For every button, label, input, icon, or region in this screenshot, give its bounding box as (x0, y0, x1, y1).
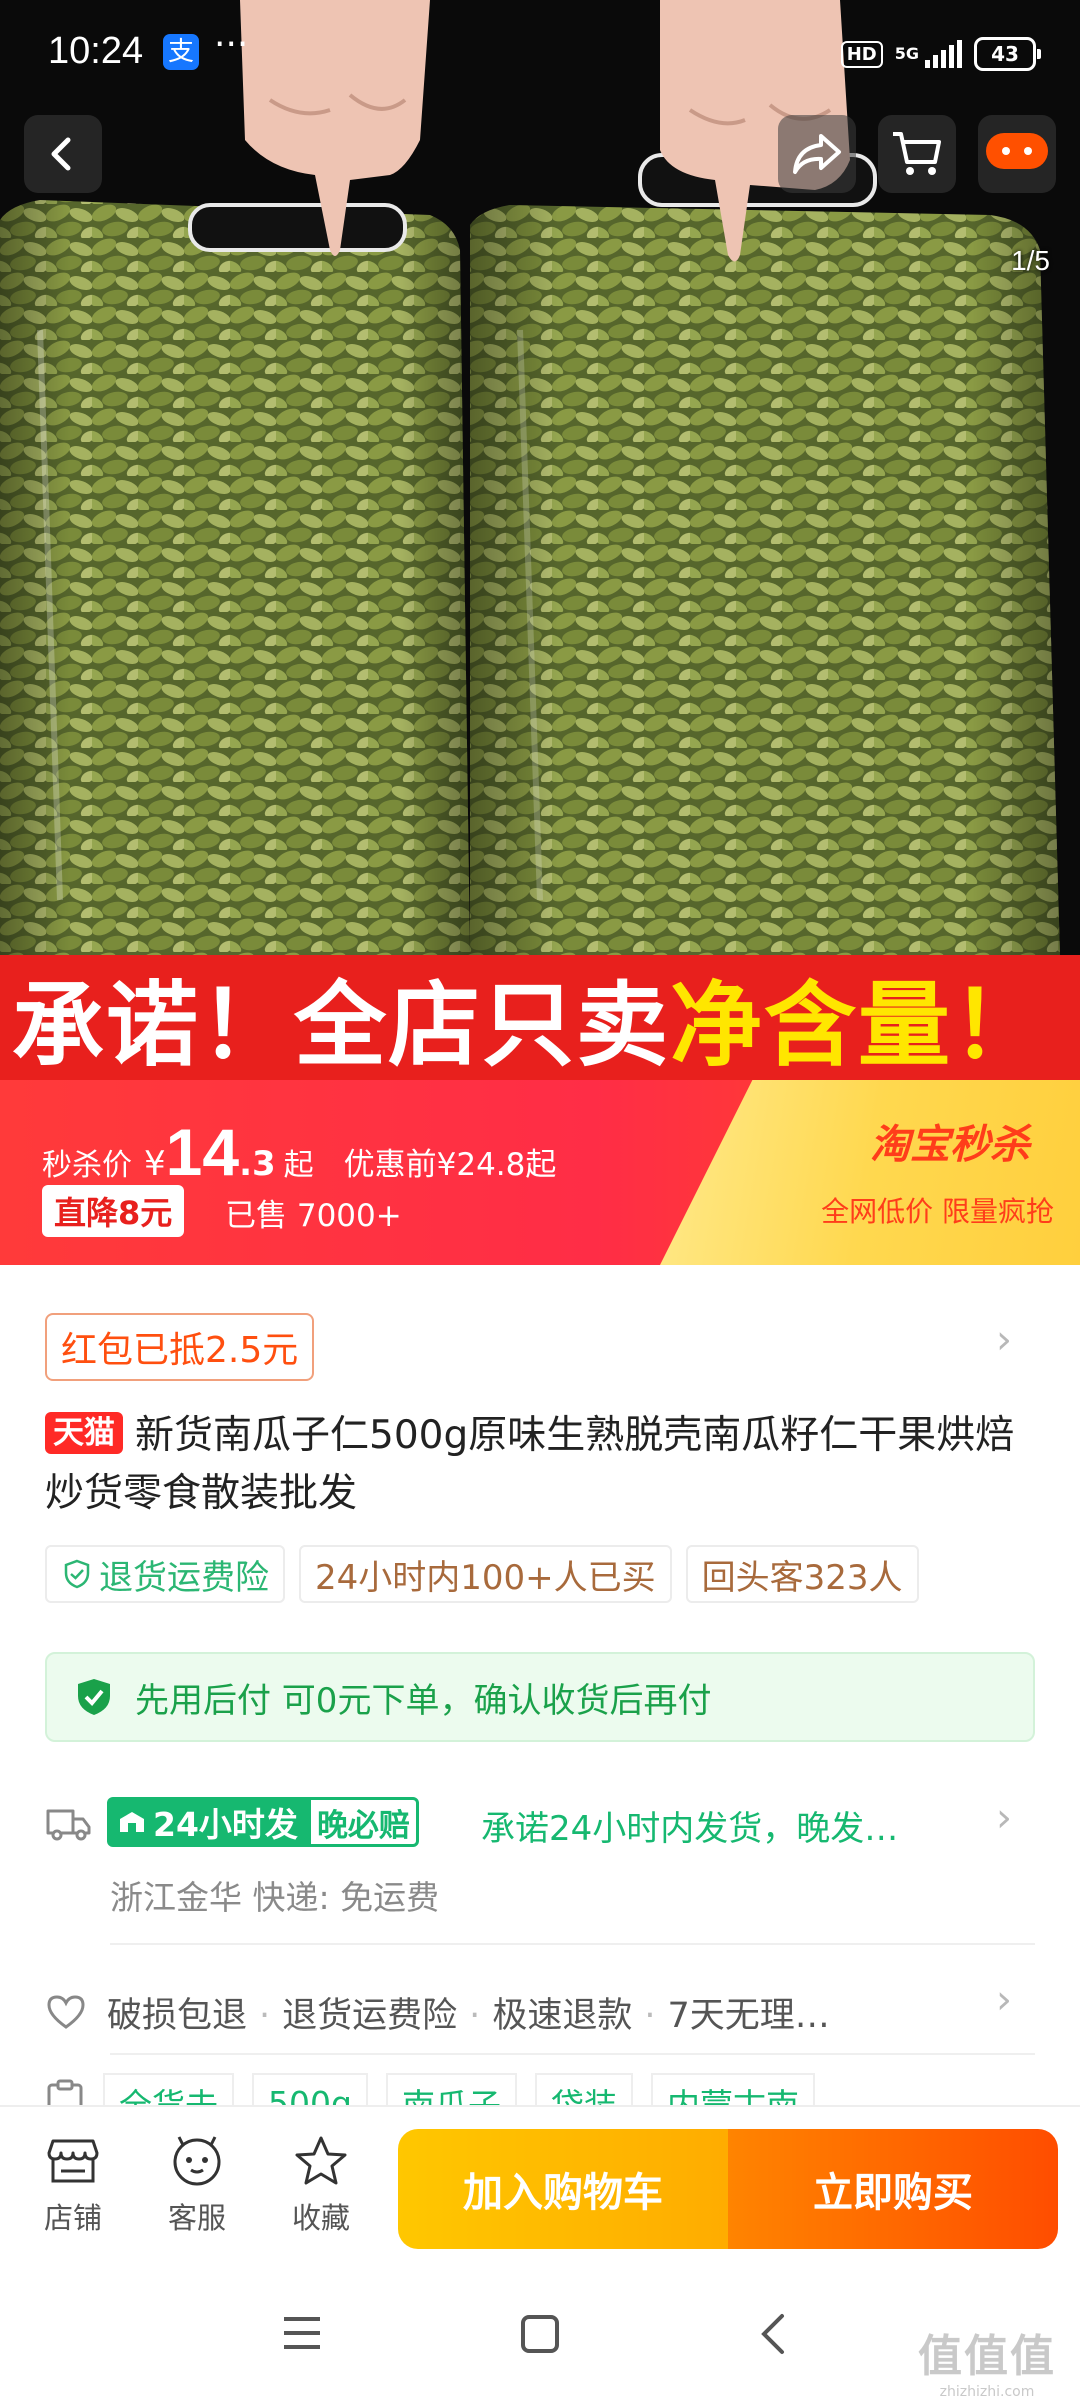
seckill-title: 淘宝秒杀 (870, 1122, 1030, 1168)
price-decimal: .3 (239, 1144, 276, 1184)
star-icon (295, 2136, 347, 2185)
watermark: 值值值 zhizhizhi.com (918, 2320, 1056, 2400)
add-to-cart-button[interactable]: 加入购物车 (398, 2129, 728, 2249)
seckill-subtitle: 全网低价 限量疯抢 (821, 1195, 1054, 1228)
price-label: 秒杀价 (42, 1148, 132, 1183)
watermark-url: zhizhizhi.com (939, 2384, 1035, 2400)
back-button[interactable] (24, 115, 102, 193)
customer-service-label: 客服 (167, 2201, 226, 2235)
divider (110, 2053, 1035, 2055)
service-item: 破损包退 (107, 1995, 248, 2036)
spec-chip: 500g (252, 2073, 368, 2105)
price-bar: 秒杀价 ¥ 14 .3 起 优惠前¥24.8起 直降8元 已售 7000+ 淘宝… (0, 1080, 1080, 1265)
price-line: 秒杀价 ¥ 14 .3 起 优惠前¥24.8起 (42, 1114, 556, 1190)
network-type: 5G (894, 44, 919, 63)
battery-icon: 43 (974, 37, 1041, 71)
tmall-tag: 天猫 (45, 1412, 123, 1454)
spec-chip: 内蒙古南 (650, 2073, 815, 2105)
spec-chip: 全货去 (103, 2073, 234, 2105)
chevron-right-icon[interactable]: › (996, 1317, 1012, 1363)
status-indicators: HD 5G 43 (840, 34, 1041, 74)
bottom-action-bar: 店铺 客服 收藏 加入购物车 立即购买 (0, 2105, 1080, 2270)
service-item: 极速退款 (492, 1995, 633, 2036)
home-icon[interactable] (520, 2314, 560, 2354)
signal-icon (925, 40, 962, 68)
share-icon (793, 134, 841, 174)
truck-icon (46, 1809, 91, 1841)
heart-icon (47, 1995, 85, 2029)
shipping-promise: 承诺24小时内发货，晚发… (481, 1809, 899, 1849)
store-button[interactable]: 店铺 (28, 2135, 118, 2237)
shipping-badge-text: 24小时发 (153, 1805, 298, 1844)
favorite-button[interactable]: 收藏 (276, 2135, 366, 2237)
watermark-logo: 值值值 (918, 2331, 1056, 2382)
more-menu-button[interactable] (978, 115, 1056, 193)
service-item: 退货运费险 (282, 1995, 458, 2036)
chevron-right-icon[interactable]: › (996, 1977, 1012, 2023)
recent-apps-icon[interactable] (282, 2315, 322, 2351)
back-arrow-icon (51, 137, 71, 171)
promise-text-yellow: 净含量 (670, 972, 953, 1079)
spec-chip: 南瓜子 (385, 2073, 517, 2105)
pay-later-banner[interactable]: 先用后付 可0元下单，确认收货后再付 (45, 1652, 1035, 1742)
buy-now-button[interactable]: 立即购买 (728, 2129, 1058, 2249)
promise-text-exclaim: ！ (952, 972, 1045, 1079)
shipping-row[interactable]: 24小时发 晚必赔 承诺24小时内发货，晚发… 浙江金华 快递: 免运费 (45, 1793, 1035, 1933)
product-title: 天猫 新货南瓜子仁500g原味生熟脱壳南瓜籽仁干果烘焙炒货零食散装批发 (45, 1407, 1035, 1523)
image-counter: 1/5 (1011, 245, 1050, 276)
spec-row[interactable]: 全货去 500g 南瓜子 袋装 内蒙古南 (45, 2073, 1035, 2105)
share-button[interactable] (778, 115, 856, 193)
tag-label: 回头客323人 (701, 1557, 903, 1598)
shipping-badge: 24小时发 晚必赔 (107, 1797, 419, 1847)
favorite-label: 收藏 (291, 2201, 350, 2235)
cart-icon (893, 132, 941, 175)
back-nav-icon[interactable] (758, 2312, 788, 2356)
pay-later-text: 先用后付 可0元下单，确认收货后再付 (135, 1680, 712, 1721)
message-bubble-icon (986, 133, 1048, 169)
service-item: 7天无理… (667, 1995, 830, 2036)
hd-icon: HD (840, 40, 883, 68)
shipping-badge-main: 24小时发 (107, 1797, 308, 1847)
service-guarantees-row[interactable]: 破损包退 · 退货运费险 · 极速退款 · 7天无理… (45, 1967, 1035, 2057)
store-label: 店铺 (43, 2201, 102, 2235)
shipping-origin: 浙江金华 快递: 免运费 (110, 1878, 440, 1917)
shield-check-icon (64, 1559, 90, 1589)
customer-service-icon (173, 2136, 221, 2186)
feature-tags: 退货运费险 24小时内100+人已买 回头客323人 (45, 1545, 919, 1603)
seckill-panel[interactable]: 淘宝秒杀 全网低价 限量疯抢 (660, 1080, 1080, 1265)
promise-banner: 承诺！全店只卖 净含量 ！ (0, 955, 1080, 1080)
divider (110, 1943, 1035, 1945)
customer-service-button[interactable]: 客服 (152, 2135, 242, 2237)
tag-return-insurance[interactable]: 退货运费险 (45, 1545, 285, 1603)
product-title-text: 新货南瓜子仁500g原味生熟脱壳南瓜籽仁干果烘焙炒货零食散装批发 (45, 1413, 1015, 1516)
tag-repeat-customers[interactable]: 回头客323人 (685, 1545, 919, 1603)
product-image-gallery[interactable]: 10:24 支 ··· HD 5G 43 1/5 承诺！全店只卖 净含量 ！ 秒… (0, 0, 1080, 1265)
cart-button[interactable] (878, 115, 956, 193)
price-currency: ¥ (144, 1144, 166, 1184)
store-icon (47, 2139, 99, 2183)
tag-recent-buyers[interactable]: 24小时内100+人已买 (299, 1545, 672, 1603)
original-price: 优惠前¥24.8起 (343, 1147, 557, 1183)
delivery-box-icon (120, 1812, 144, 1832)
tag-label: 退货运费险 (99, 1557, 269, 1598)
coupon-row[interactable]: 红包已抵2.5元 (45, 1313, 315, 1381)
service-items: 破损包退 · 退货运费险 · 极速退款 · 7天无理… (107, 1995, 830, 2036)
price-suffix: 起 (283, 1148, 314, 1183)
product-details: 红包已抵2.5元 › 天猫 新货南瓜子仁500g原味生熟脱壳南瓜籽仁干果烘焙炒货零… (0, 1265, 1080, 2105)
coupon-badge[interactable]: 红包已抵2.5元 (45, 1313, 315, 1381)
tag-label: 24小时内100+人已买 (315, 1557, 656, 1598)
price-integer: 14 (165, 1115, 240, 1189)
spec-chip: 袋装 (534, 2073, 633, 2105)
price-drop-tag: 直降8元 (42, 1185, 185, 1237)
status-time: 10:24 (48, 30, 144, 72)
more-notifications-icon: ··· (214, 24, 249, 65)
clipboard-icon (47, 2079, 83, 2105)
alipay-notification-icon: 支 (163, 34, 199, 70)
chevron-right-icon[interactable]: › (996, 1795, 1012, 1841)
status-bar: 10:24 支 ··· HD 5G 43 (0, 0, 1080, 105)
shipping-badge-secondary: 晚必赔 (307, 1797, 419, 1847)
shield-icon (78, 1679, 110, 1715)
sold-count: 已售 7000+ (225, 1198, 402, 1234)
promise-text-white: 承诺！全店只卖 (12, 972, 671, 1079)
